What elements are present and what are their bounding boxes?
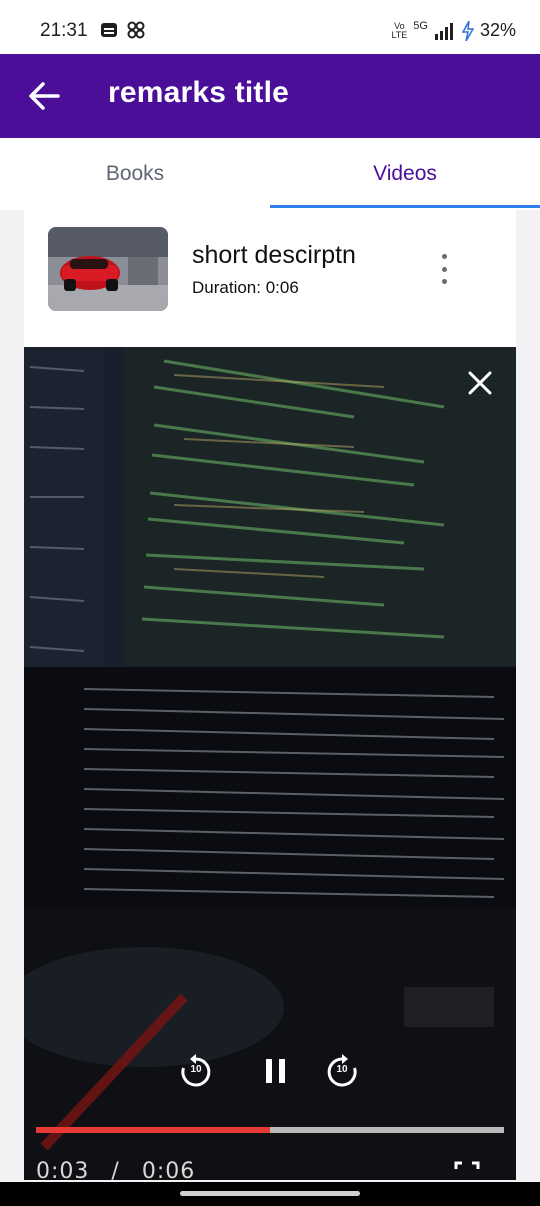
fullscreen-icon (454, 1161, 480, 1169)
fullscreen-button[interactable] (454, 1161, 480, 1180)
time-separator: / (111, 1159, 120, 1180)
forward-10-button[interactable]: 10 (322, 1051, 362, 1091)
video-player[interactable]: 10 10 0:03 / 0:06 (24, 347, 516, 1180)
volte-icon: Vo LTE (391, 20, 408, 40)
tab-indicator (270, 205, 540, 208)
pinwheel-icon (127, 21, 145, 39)
page-title: remarks title (108, 76, 290, 109)
calendar-icon (101, 23, 117, 37)
signal-icon (434, 22, 453, 40)
pause-button[interactable] (254, 1049, 298, 1093)
close-icon (468, 371, 492, 395)
status-right: Vo LTE 5G 32% (391, 20, 516, 41)
notification-icons (100, 20, 146, 40)
time-display: 0:03 / 0:06 (36, 1159, 195, 1180)
charging-icon (461, 20, 474, 41)
total-time: 0:06 (141, 1159, 196, 1180)
arrow-left-icon (29, 82, 60, 110)
status-time: 21:31 (40, 20, 88, 41)
progress-bar[interactable] (36, 1127, 504, 1133)
tab-books[interactable]: Books (0, 138, 270, 210)
tab-bar: Books Videos (0, 138, 540, 210)
more-vert-icon (441, 254, 447, 259)
video-title: short descirptn (192, 241, 356, 269)
pause-icon (266, 1059, 285, 1083)
video-thumbnail[interactable] (48, 227, 168, 311)
close-video-button[interactable] (464, 367, 496, 399)
app-bar: remarks title (0, 54, 540, 138)
system-nav-bar (0, 1182, 540, 1206)
rewind-seconds: 10 (190, 1064, 202, 1075)
network-type: 5G (413, 20, 428, 32)
battery-percent: 32% (479, 20, 516, 40)
home-gesture-handle[interactable] (180, 1191, 360, 1196)
progress-fill (36, 1127, 270, 1133)
car-image (48, 227, 168, 311)
rewind-10-button[interactable]: 10 (176, 1051, 216, 1091)
status-bar: 21:31 Vo LTE 5G 32% (0, 0, 540, 54)
video-card: short descirptn Duration: 0:06 10 10 0:0… (24, 210, 516, 1180)
tab-videos[interactable]: Videos (270, 138, 540, 210)
forward-seconds: 10 (336, 1064, 348, 1075)
video-duration: Duration: 0:06 (192, 278, 299, 297)
back-button[interactable] (22, 74, 66, 118)
more-options-button[interactable] (436, 254, 452, 284)
current-time: 0:03 (36, 1159, 90, 1180)
